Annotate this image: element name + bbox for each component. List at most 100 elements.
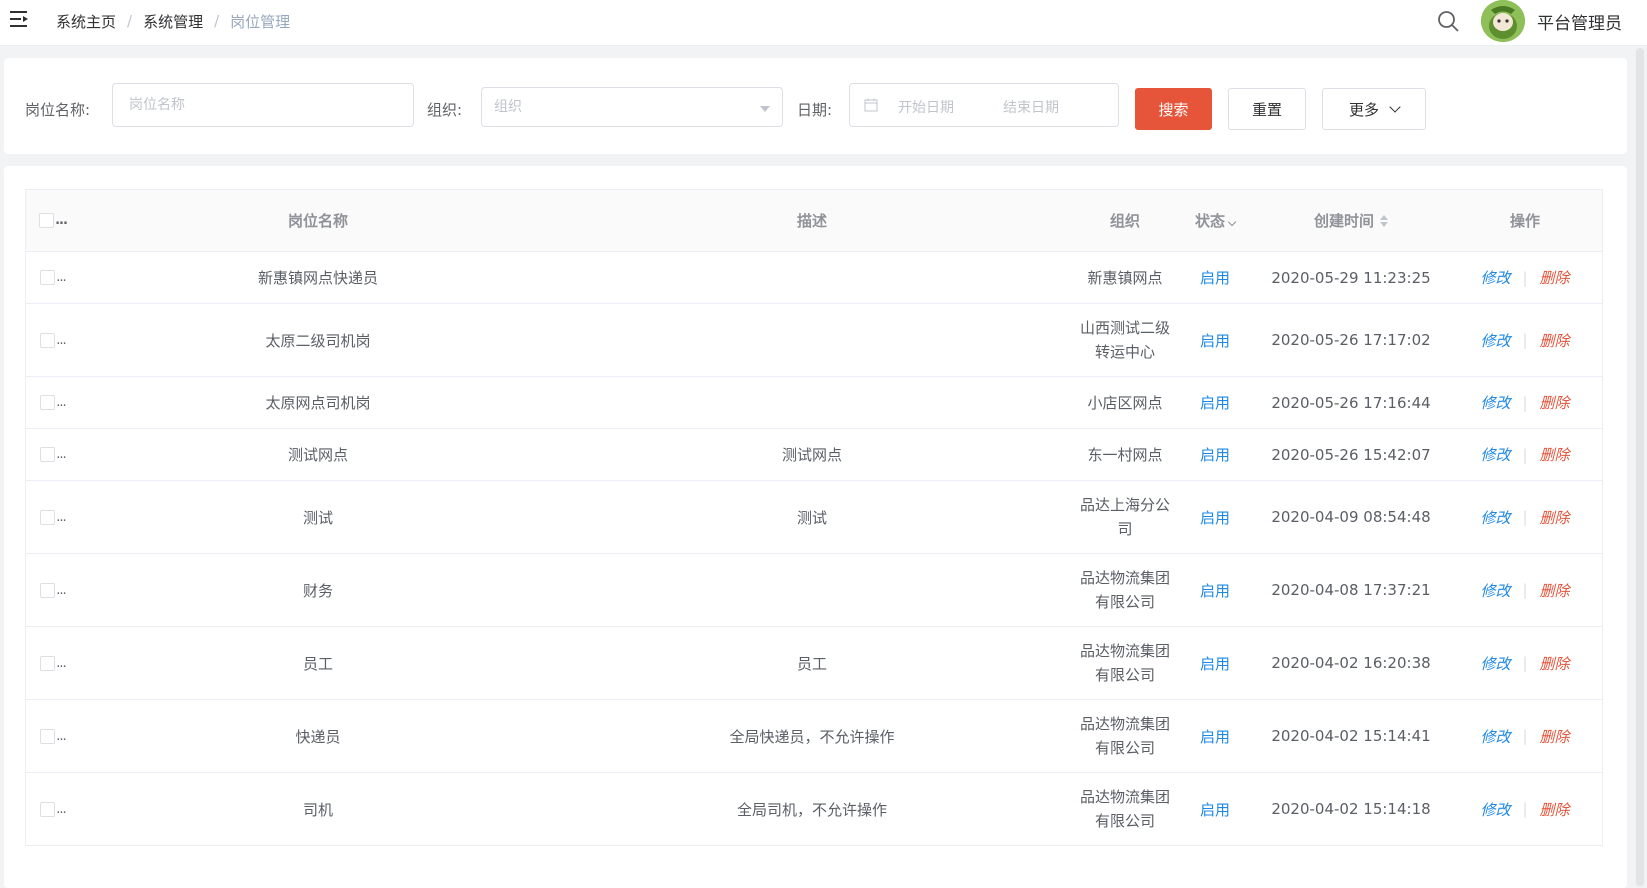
menu-toggle-icon[interactable] (9, 9, 31, 29)
cell-desc (548, 377, 1076, 428)
delete-link[interactable]: 删除 (1540, 330, 1570, 351)
select-header-ellipsis: ... (55, 213, 68, 228)
row-checkbox[interactable] (40, 447, 56, 462)
table-row: ... 太原二级司机岗 山西测试二级转运中心 启用 2020-05-26 17:17:0… (26, 304, 1602, 377)
edit-link[interactable]: 修改 (1480, 580, 1510, 601)
delete-link[interactable]: 删除 (1540, 507, 1570, 528)
username[interactable]: 平台管理员 (1537, 9, 1622, 34)
row-ellipsis: ... (56, 332, 66, 348)
op-separator: | (1522, 393, 1528, 412)
more-button[interactable]: 更多 (1322, 88, 1426, 130)
filter-panel: 岗位名称: 组织: 组织 日期: 开始日期 结束日期 搜索 重置 更多 (4, 58, 1627, 154)
breadcrumb-home[interactable]: 系统主页 (56, 11, 116, 32)
breadcrumb: 系统主页 / 系统管理 / 岗位管理 (56, 10, 290, 32)
top-header: 系统主页 / 系统管理 / 岗位管理 平台管理员 (0, 0, 1647, 46)
edit-link[interactable]: 修改 (1480, 330, 1510, 351)
cell-ops: 修改 | 删除 (1446, 429, 1604, 480)
breadcrumb-system[interactable]: 系统管理 (143, 11, 203, 32)
edit-link[interactable]: 修改 (1480, 392, 1510, 413)
status-badge: 启用 (1199, 654, 1230, 673)
delete-link[interactable]: 删除 (1540, 444, 1570, 465)
row-ellipsis: ... (56, 801, 66, 817)
delete-link[interactable]: 删除 (1540, 392, 1570, 413)
date-range-picker[interactable]: 开始日期 结束日期 (849, 83, 1119, 127)
search-button[interactable]: 搜索 (1135, 88, 1212, 130)
row-checkbox[interactable] (40, 728, 56, 744)
row-checkbox[interactable] (40, 509, 56, 525)
cell-name: 司机 (302, 800, 333, 819)
status-badge: 启用 (1199, 581, 1230, 600)
row-checkbox[interactable] (40, 270, 56, 285)
header-name: 岗位名称 (287, 212, 348, 230)
op-separator: | (1522, 654, 1528, 672)
reset-button[interactable]: 重置 (1228, 88, 1306, 130)
header-ops: 操作 (1509, 212, 1540, 230)
select-all-checkbox[interactable] (39, 213, 55, 228)
cell-ops: 修改 | 删除 (1446, 773, 1604, 845)
row-select-cell: ... (26, 252, 88, 303)
op-separator: | (1522, 268, 1528, 287)
end-date-input[interactable]: 结束日期 (1003, 97, 1059, 117)
edit-link[interactable]: 修改 (1480, 653, 1510, 674)
delete-link[interactable]: 删除 (1540, 580, 1570, 601)
row-checkbox[interactable] (40, 655, 56, 671)
cell-time: 2020-05-26 17:16:44 (1271, 393, 1431, 412)
row-checkbox[interactable] (40, 395, 56, 410)
delete-link[interactable]: 删除 (1540, 267, 1570, 288)
date-label: 日期: (797, 101, 833, 119)
start-date-input[interactable]: 开始日期 (898, 97, 954, 117)
row-select-cell: ... (26, 554, 88, 626)
avatar[interactable] (1481, 0, 1525, 42)
cell-status: 启用 (1174, 773, 1256, 845)
cell-status: 启用 (1174, 304, 1256, 376)
header-status-label: 状态 (1194, 212, 1225, 230)
header-status[interactable]: 状态 (1174, 190, 1256, 251)
op-separator: | (1522, 800, 1528, 818)
table-header: ... 岗位名称 描述 组织 状态 创建时间 操作 (26, 190, 1602, 252)
select-all-cell: ... (26, 190, 88, 251)
table-row: ... 财务 品达物流集团有限公司 启用 2020-04-08 17:37:21 修改 | 删… (26, 554, 1602, 627)
scrollbar-thumb[interactable] (1636, 48, 1644, 886)
row-ellipsis: ... (56, 728, 66, 744)
delete-link[interactable]: 删除 (1540, 653, 1570, 674)
cell-name: 太原网点司机岗 (265, 394, 371, 412)
table-row: ... 测试网点 测试网点 东一村网点 启用 2020-05-26 15:42:07 修改 |… (26, 429, 1602, 481)
row-ellipsis: ... (56, 270, 66, 285)
delete-link[interactable]: 删除 (1540, 726, 1570, 747)
row-checkbox[interactable] (40, 582, 56, 598)
cell-time: 2020-04-08 17:37:21 (1271, 581, 1431, 599)
edit-link[interactable]: 修改 (1480, 444, 1510, 465)
cell-ops: 修改 | 删除 (1446, 481, 1604, 553)
header-time-label: 创建时间 (1313, 212, 1374, 230)
position-name-label: 岗位名称: (25, 101, 91, 119)
status-badge: 启用 (1199, 394, 1230, 412)
edit-link[interactable]: 修改 (1480, 507, 1510, 528)
edit-link[interactable]: 修改 (1480, 726, 1510, 747)
row-select-cell: ... (26, 627, 88, 699)
cell-time: 2020-05-26 15:42:07 (1271, 445, 1431, 464)
cell-time: 2020-04-02 16:20:38 (1271, 654, 1431, 672)
row-checkbox[interactable] (40, 801, 56, 817)
row-checkbox[interactable] (40, 332, 56, 348)
cell-name: 测试网点 (287, 446, 348, 464)
cell-name: 财务 (302, 581, 333, 600)
cell-ops: 修改 | 删除 (1446, 304, 1604, 376)
cell-desc: 测试网点 (781, 446, 842, 464)
edit-link[interactable]: 修改 (1480, 267, 1510, 288)
header-desc: 描述 (796, 212, 827, 230)
table-row: ... 快递员 全局快递员，不允许操作 品达物流集团有限公司 启用 2020-04-02 … (26, 700, 1602, 773)
filter-caret-icon[interactable] (1227, 217, 1237, 226)
org-select[interactable]: 组织 (481, 87, 783, 127)
table-row: ... 测试 测试 品达上海分公司 启用 2020-04-09 08:54:48 修改 | 删除 (26, 481, 1602, 554)
row-select-cell: ... (26, 429, 88, 480)
delete-link[interactable]: 删除 (1540, 799, 1570, 820)
search-icon[interactable] (1436, 9, 1460, 33)
position-name-input[interactable] (112, 83, 414, 127)
edit-link[interactable]: 修改 (1480, 799, 1510, 820)
calendar-icon (864, 98, 878, 112)
page-scrollbar[interactable] (1636, 48, 1644, 888)
cell-org: 品达物流集团有限公司 (1079, 642, 1170, 684)
header-time[interactable]: 创建时间 (1256, 190, 1446, 251)
sort-icon[interactable] (1380, 214, 1388, 227)
cell-status: 启用 (1174, 700, 1256, 772)
